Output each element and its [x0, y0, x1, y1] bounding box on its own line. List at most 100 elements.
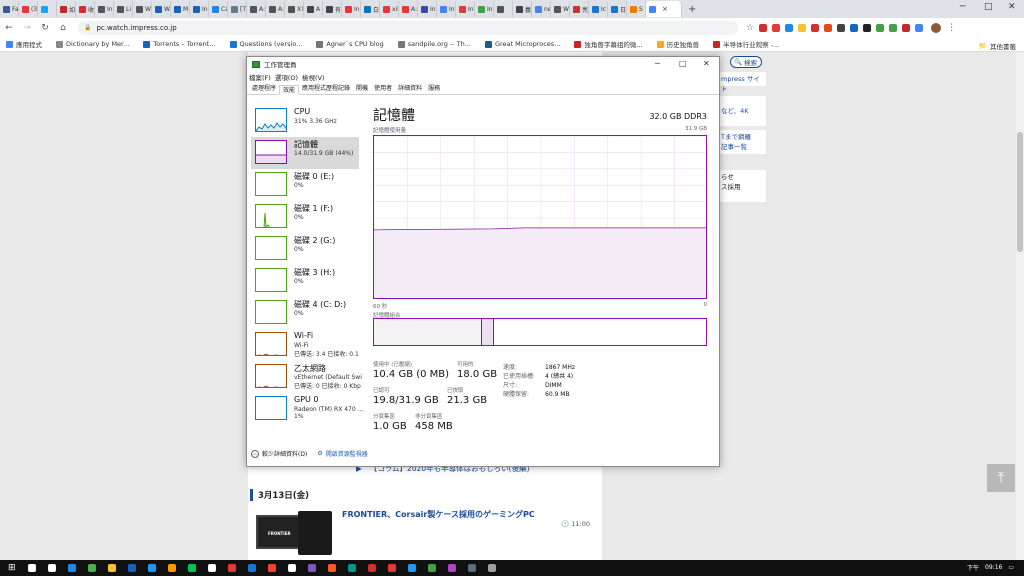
taskbar-app-icon[interactable] — [447, 564, 456, 572]
article-list-link[interactable]: Tまで網羅 記事一覧 — [718, 130, 766, 154]
minimize-button[interactable]: ─ — [960, 2, 965, 12]
chrome-menu-icon[interactable]: ⋮ — [947, 23, 956, 33]
taskbar-app-icon[interactable] — [147, 564, 156, 572]
taskbar-app-icon[interactable] — [167, 564, 176, 572]
menu-view[interactable]: 檢視(V) — [302, 72, 325, 82]
open-resource-monitor-link[interactable]: ⚙ 開啟資源監視器 — [317, 449, 367, 458]
browser-tab[interactable]: In — [190, 1, 209, 17]
browser-tab[interactable]: In — [95, 1, 114, 17]
extension-icon[interactable] — [902, 23, 911, 32]
article-card[interactable]: FRONTIER FRONTIER、Corsair製ケース採用のゲーミングPC … — [250, 507, 600, 560]
browser-tab[interactable]: X! — [285, 1, 304, 17]
browser-tab[interactable]: In — [437, 1, 456, 17]
taskbar-app-icon[interactable] — [187, 564, 196, 572]
browser-tab[interactable]: Fa — [0, 1, 19, 17]
browser-tab[interactable]: 亮 — [570, 1, 589, 17]
taskbar-app-icon[interactable] — [87, 564, 96, 572]
resource-item[interactable]: GPU 0 Radeon (TM) RX 470 ... 1% — [251, 393, 363, 425]
tm-tab[interactable]: 應用程式歷程記錄 — [299, 84, 353, 94]
bookmark-item[interactable]: Agner`s CPU blog — [316, 40, 384, 48]
browser-tab[interactable]: ne — [532, 1, 551, 17]
tray-clock[interactable]: 09:16 — [985, 564, 1002, 571]
taskbar-app-icon[interactable] — [427, 564, 436, 572]
browser-tab[interactable]: In — [456, 1, 475, 17]
scrollbar-thumb[interactable] — [1017, 132, 1023, 252]
taskbar-app-icon[interactable] — [107, 564, 116, 572]
browser-tab[interactable] — [494, 1, 513, 17]
taskbar-app-icon[interactable] — [327, 564, 336, 572]
reload-icon[interactable]: ↻ — [36, 23, 54, 33]
browser-tab[interactable]: Ic — [589, 1, 608, 17]
new-tab-button[interactable]: + — [688, 4, 696, 15]
resource-item[interactable]: 磁碟 1 (F:) 0% — [251, 201, 359, 233]
resource-item[interactable]: CPU 31% 3.36 GHz — [251, 105, 359, 137]
taskbar-app-icon[interactable] — [27, 564, 36, 572]
browser-tab[interactable]: 義 — [513, 1, 532, 17]
tm-tab[interactable]: 詳細資料 — [395, 84, 425, 94]
back-icon[interactable]: ← — [0, 23, 18, 33]
browser-tab[interactable]: W — [133, 1, 152, 17]
extension-icon[interactable] — [824, 23, 833, 32]
browser-tab[interactable] — [38, 1, 57, 17]
taskbar-app-icon[interactable] — [247, 564, 256, 572]
browser-tab[interactable]: 收 — [76, 1, 95, 17]
notice-box[interactable]: らせ ス採用 — [718, 170, 766, 202]
browser-tab[interactable]: A: — [247, 1, 266, 17]
active-tab[interactable]: × — [646, 1, 682, 17]
taskbar-app-icon[interactable] — [47, 564, 56, 572]
extension-icon[interactable] — [798, 23, 807, 32]
bookmark-item[interactable]: sandpile.org -- Th... — [397, 40, 471, 48]
resource-item[interactable]: 記憶體 14.0/31.9 GB (44%) — [251, 137, 359, 169]
back-to-top-button[interactable]: ⤒ — [987, 464, 1015, 492]
page-scrollbar[interactable] — [1016, 52, 1024, 560]
other-bookmarks[interactable]: 📁 其他書籤 — [979, 41, 1016, 51]
taskbar-app-icon[interactable] — [207, 564, 216, 572]
browser-tab[interactable]: xil — [380, 1, 399, 17]
news-snippet[interactable]: など、4K — [718, 96, 766, 126]
bookmark-item[interactable]: 半导体行业观察 -... — [713, 39, 779, 49]
resource-item[interactable]: 磁碟 0 (E:) 0% — [251, 169, 359, 201]
windows-start-icon[interactable]: ⊞ — [8, 563, 16, 573]
tm-tab[interactable]: 使用者 — [371, 84, 395, 94]
home-icon[interactable]: ⌂ — [54, 23, 72, 33]
browser-tab[interactable]: S — [627, 1, 646, 17]
bookmark-item[interactable]: Dictionary by Mer... — [56, 40, 129, 48]
bookmark-star-icon[interactable]: ☆ — [746, 23, 754, 33]
menu-file[interactable]: 檔案(F) — [249, 72, 271, 82]
extension-icon[interactable] — [863, 23, 872, 32]
extension-icon[interactable] — [837, 23, 846, 32]
taskbar-app-icon[interactable] — [127, 564, 136, 572]
taskbar-app-icon[interactable] — [287, 564, 296, 572]
bookmark-item[interactable]: Questions (versio... — [229, 40, 302, 48]
taskbar-app-icon[interactable] — [267, 564, 276, 572]
close-tab-icon[interactable]: × — [662, 5, 668, 13]
browser-tab[interactable]: In — [342, 1, 361, 17]
close-window-button[interactable]: ✕ — [1008, 2, 1016, 12]
taskbar-app-icon[interactable] — [367, 564, 376, 572]
extension-icon[interactable] — [915, 23, 924, 32]
extension-icon[interactable] — [876, 23, 885, 32]
taskbar-app-icon[interactable] — [67, 564, 76, 572]
extension-icon[interactable] — [889, 23, 898, 32]
taskbar-app-icon[interactable] — [227, 564, 236, 572]
browser-tab[interactable]: A: — [399, 1, 418, 17]
browser-tab[interactable]: 日 — [608, 1, 627, 17]
profile-avatar[interactable] — [931, 22, 942, 33]
browser-tab[interactable]: 有 — [323, 1, 342, 17]
bookmark-item[interactable]: Great Microproces... — [484, 40, 560, 48]
taskbar-app-icon[interactable] — [387, 564, 396, 572]
resource-item[interactable]: 磁碟 4 (C: D:) 0% — [251, 297, 359, 329]
browser-tab[interactable]: W — [551, 1, 570, 17]
taskbar-app-icon[interactable] — [467, 564, 476, 572]
taskbar-app-icon[interactable] — [347, 564, 356, 572]
browser-tab[interactable]: (3 — [19, 1, 38, 17]
resource-item[interactable]: 乙太網路 vEthernet (Default Swi 已傳送: 0 已接收: 0 … — [251, 361, 362, 393]
tm-tab[interactable]: 處理程序 — [249, 84, 279, 94]
browser-tab[interactable]: In — [475, 1, 494, 17]
browser-tab[interactable]: A — [304, 1, 323, 17]
browser-tab[interactable]: Wi — [152, 1, 171, 17]
browser-tab[interactable]: 白 — [361, 1, 380, 17]
browser-tab[interactable]: 如 — [57, 1, 76, 17]
bookmark-item[interactable]: 應用程式 — [6, 39, 42, 49]
tm-tab[interactable]: 開機 — [353, 84, 371, 94]
